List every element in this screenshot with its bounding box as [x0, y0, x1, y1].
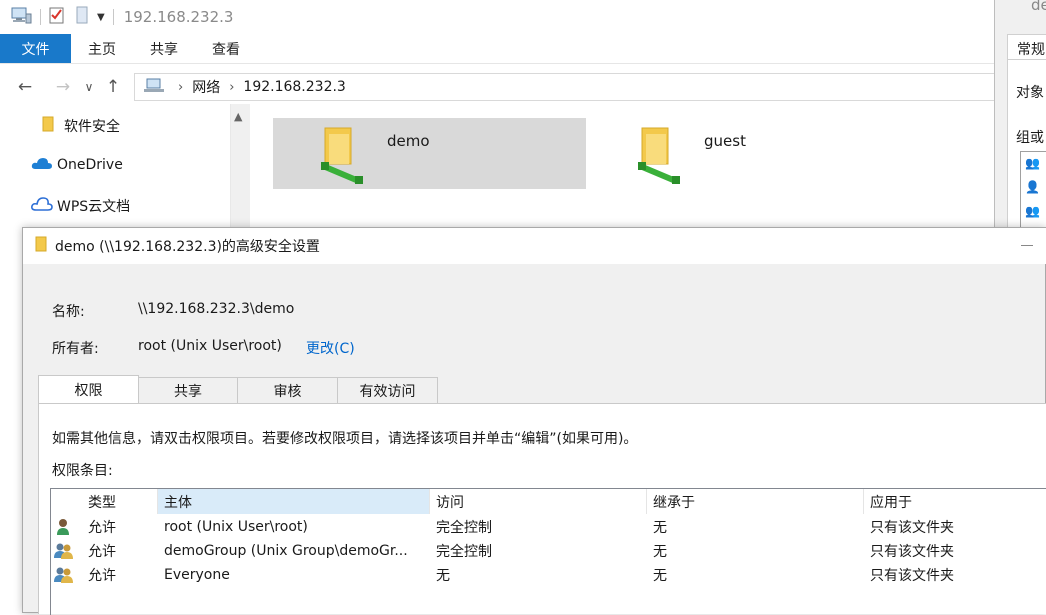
ribbon-tab-view[interactable]: 查看	[195, 34, 257, 63]
user-icon	[56, 515, 72, 539]
group-names-label: 组或	[1016, 130, 1044, 146]
owner-label: 所有者:	[52, 341, 99, 357]
row-type: 允许	[88, 568, 116, 584]
properties-check-icon[interactable]	[49, 6, 65, 28]
new-folder-icon[interactable]	[75, 6, 89, 28]
row-applies-to: 只有该文件夹	[870, 520, 954, 536]
onedrive-cloud-icon	[31, 156, 53, 174]
folder-icon	[42, 116, 54, 136]
nav-item-label: OneDrive	[57, 157, 123, 173]
network-computer-icon[interactable]	[10, 6, 32, 28]
properties-panel: 对象 组或 👥 👤 👥	[1007, 59, 1046, 231]
properties-title: de	[1031, 0, 1046, 14]
dialog-title: demo (\\192.168.232.3)的高级安全设置	[55, 239, 320, 255]
ribbon-tab-file[interactable]: 文件	[0, 34, 71, 63]
ribbon-tab-share[interactable]: 共享	[133, 34, 195, 63]
breadcrumb-network[interactable]: 网络	[192, 77, 220, 97]
quick-access-toolbar: ▼ 192.168.232.3	[0, 0, 1000, 34]
recent-locations-chevron-icon[interactable]: ∨	[82, 74, 96, 100]
tab-effective-access[interactable]: 有效访问	[337, 377, 438, 404]
toolbar-separator	[112, 9, 114, 25]
row-principal: demoGroup (Unix Group\demoGr...	[164, 543, 408, 559]
up-arrow-icon[interactable]: ↑	[100, 74, 126, 100]
customize-toolbar-dropdown-icon[interactable]: ▼	[97, 12, 105, 23]
breadcrumb-chevron-icon[interactable]: ›	[178, 80, 183, 95]
scroll-up-arrow-icon[interactable]: ▲	[234, 110, 242, 123]
nav-item-label: 软件安全	[64, 119, 120, 135]
row-inherited-from: 无	[653, 568, 667, 584]
navigation-bar: ← → ∨ ↑ › 网络 › 192.168.232.3	[0, 70, 1000, 104]
share-name: guest	[704, 132, 746, 150]
address-bar[interactable]: › 网络 › 192.168.232.3	[134, 73, 1000, 101]
breadcrumb-chevron-icon[interactable]: ›	[229, 80, 234, 95]
back-arrow-icon[interactable]: ←	[12, 74, 38, 100]
share-item-demo[interactable]: demo	[273, 118, 586, 189]
toolbar-separator	[40, 9, 41, 25]
share-item-guest[interactable]: guest	[620, 118, 933, 189]
nav-item-software-security[interactable]: 软件安全	[42, 116, 120, 136]
tab-general[interactable]: 常规	[1007, 34, 1046, 60]
user-icon: 👤	[1025, 180, 1040, 194]
group-icon: 👥	[1025, 156, 1040, 170]
info-text: 如需其他信息，请双击权限项目。若要修改权限项目，请选择该项目并单击“编辑”(如果…	[52, 431, 638, 447]
row-type: 允许	[88, 544, 116, 560]
minimize-icon[interactable]	[1021, 245, 1033, 246]
dialog-title-bar: demo (\\192.168.232.3)的高级安全设置	[23, 228, 1046, 264]
column-header-inherited-from[interactable]: 继承于	[647, 489, 864, 514]
breadcrumb-host[interactable]: 192.168.232.3	[243, 79, 345, 95]
ribbon-tabs: 文件 主页 共享 查看	[0, 34, 1000, 64]
object-name-label: 对象	[1016, 85, 1044, 101]
tab-auditing[interactable]: 审核	[237, 377, 338, 404]
file-list: demo guest	[252, 104, 1000, 234]
change-owner-link[interactable]: 更改(C)	[306, 338, 355, 358]
name-value: \\192.168.232.3\demo	[138, 301, 295, 317]
column-header-type[interactable]: 类型	[82, 489, 158, 514]
network-share-folder-icon	[638, 126, 680, 188]
row-applies-to: 只有该文件夹	[870, 568, 954, 584]
ribbon-tab-home[interactable]: 主页	[71, 34, 133, 63]
nav-item-wps-cloud[interactable]: WPS云文档	[31, 196, 130, 216]
permission-entries-list[interactable]: 类型 主体 访问 继承于 应用于 允许 root (Unix User\root…	[50, 488, 1046, 615]
row-type: 允许	[88, 520, 116, 536]
share-name: demo	[387, 132, 430, 150]
row-access: 无	[436, 568, 450, 584]
column-header-principal[interactable]: 主体	[158, 489, 430, 514]
permission-entries-label: 权限条目:	[52, 463, 113, 479]
network-icon	[143, 77, 165, 97]
folder-icon	[35, 236, 47, 256]
name-label: 名称:	[52, 304, 85, 320]
nav-item-label: WPS云文档	[57, 199, 131, 215]
row-principal: root (Unix User\root)	[164, 519, 308, 535]
column-header-applies-to[interactable]: 应用于	[864, 489, 1046, 514]
nav-item-onedrive[interactable]: OneDrive	[31, 156, 123, 174]
permissions-tab-panel: 如需其他信息，请双击权限项目。若要修改权限项目，请选择该项目并单击“编辑”(如果…	[38, 403, 1046, 615]
row-inherited-from: 无	[653, 520, 667, 536]
row-inherited-from: 无	[653, 544, 667, 560]
advanced-security-dialog: demo (\\192.168.232.3)的高级安全设置 名称: \\192.…	[22, 227, 1046, 615]
group-icon	[54, 563, 74, 587]
wps-cloud-icon	[31, 196, 53, 216]
tab-permissions[interactable]: 权限	[38, 375, 139, 404]
row-applies-to: 只有该文件夹	[870, 544, 954, 560]
row-access: 完全控制	[436, 520, 492, 536]
group-icon	[54, 539, 74, 563]
network-share-folder-icon	[321, 126, 363, 188]
row-principal: Everyone	[164, 567, 230, 583]
dialog-tabs: 权限 共享 审核 有效访问	[38, 375, 438, 404]
column-header-access[interactable]: 访问	[430, 489, 647, 514]
forward-arrow-icon[interactable]: →	[50, 74, 76, 100]
window-title: 192.168.232.3	[123, 8, 234, 26]
row-access: 完全控制	[436, 544, 492, 560]
tab-sharing[interactable]: 共享	[138, 377, 238, 404]
owner-value: root (Unix User\root)	[138, 338, 282, 354]
group-icon: 👥	[1025, 204, 1040, 218]
properties-window: de 常规 对象 组或 👥 👤 👥	[994, 0, 1046, 231]
group-list[interactable]: 👥 👤 👥	[1020, 151, 1046, 231]
